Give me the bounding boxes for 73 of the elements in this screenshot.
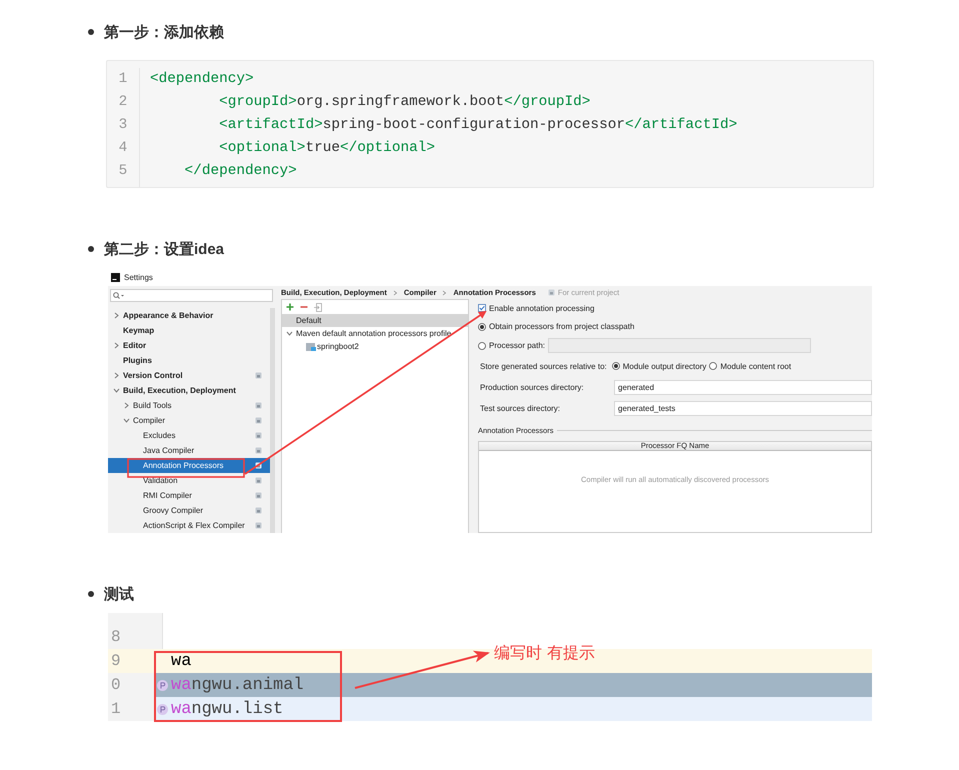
add-icon [286,303,294,311]
radio-label[interactable]: Processor path: [489,341,546,350]
tree-item[interactable]: Version Control [108,368,270,383]
radio-label[interactable]: Obtain processors from project classpath [489,322,634,331]
profile-item[interactable]: Default [282,314,468,327]
line-number: 8 [111,628,121,646]
completion-text: wangwu.animal [171,676,304,694]
line-number: 0 [111,676,121,694]
tree-item[interactable]: Validation [108,473,270,488]
code-line: <artifactId>spring-boot-configuration-processor</artifactId> [218,116,738,135]
code-line: </dependency> [184,162,298,181]
field-label: Production sources directory: [480,383,585,392]
search-icon [113,292,124,299]
tree-item[interactable]: Excludes [108,428,270,443]
field-label: Test sources directory: [480,404,562,413]
section-heading: 第二步：设置idea [104,240,224,258]
chevron-down-icon [113,387,120,394]
checkbox-label[interactable]: Enable annotation processing [489,304,594,312]
chevron-right-icon [123,402,130,409]
chevron-down-icon [123,417,130,424]
tree-item[interactable]: Build, Execution, Deployment [108,383,270,398]
tree-item[interactable]: Keymap [108,323,270,338]
annotation-text: 编写时 有提示 [494,643,596,664]
section-heading: 测试 [104,584,134,604]
line-number: 4 [118,139,128,158]
line-number: 9 [111,652,121,670]
app-icon [111,272,120,282]
tree-item[interactable]: Appearance & Behavior [108,308,270,323]
bullet-icon [88,246,94,252]
field-label: Store generated sources relative to: [480,362,607,370]
code-line: <dependency> [150,70,255,89]
completion-item[interactable]: wangwu.list [155,697,872,721]
tree-item[interactable]: ActionScript & Flex Compiler [108,518,270,533]
tree-item[interactable]: Plugins [108,353,270,368]
tree-item[interactable]: Compiler [108,413,270,428]
line-number: 3 [118,116,128,135]
line-number: 2 [118,93,128,112]
line-number: 1 [111,700,121,718]
completion-item[interactable]: wangwu.animal [155,673,872,697]
line-number: 5 [118,162,128,181]
tree-item[interactable]: Build Tools [108,398,270,413]
chevron-right-icon [113,342,120,349]
code-line: <optional>true</optional> [218,139,436,158]
tree-item[interactable]: RMI Compiler [108,488,270,503]
line-number: 1 [118,70,128,89]
property-icon [157,704,168,714]
project-icon [548,289,555,296]
tree-item[interactable]: Java Compiler [108,443,270,458]
separator-icon [392,290,398,296]
bullet-icon [88,591,94,597]
completion-text: wangwu.list [171,700,284,718]
window-title: Settings [124,272,153,282]
separator-icon [442,290,448,296]
input-field[interactable]: generated [614,380,872,395]
tree-item[interactable]: Groovy Compiler [108,503,270,518]
remove-icon [300,303,308,311]
radio-label[interactable]: Module output directory [622,362,706,370]
module-icon [306,342,316,350]
chevron-down-icon [286,330,293,337]
profile-item[interactable]: Maven default annotation processors profile [282,327,468,340]
radio-label[interactable]: Module content root [720,362,792,370]
code-line: <groupId>org.springframework.boot</groupId> [218,93,592,112]
chevron-right-icon [113,312,120,319]
chevron-right-icon [113,372,120,379]
section-heading: 第一步：添加依赖 [104,22,224,42]
property-icon [157,680,168,690]
import-icon [314,302,322,312]
bullet-icon [88,29,94,35]
code-text: wa [170,650,192,672]
module-item[interactable]: springboot2 [282,340,468,353]
tree-item[interactable]: Editor [108,338,270,353]
search-field[interactable] [110,289,273,302]
input-field[interactable]: generated_tests [614,401,872,416]
